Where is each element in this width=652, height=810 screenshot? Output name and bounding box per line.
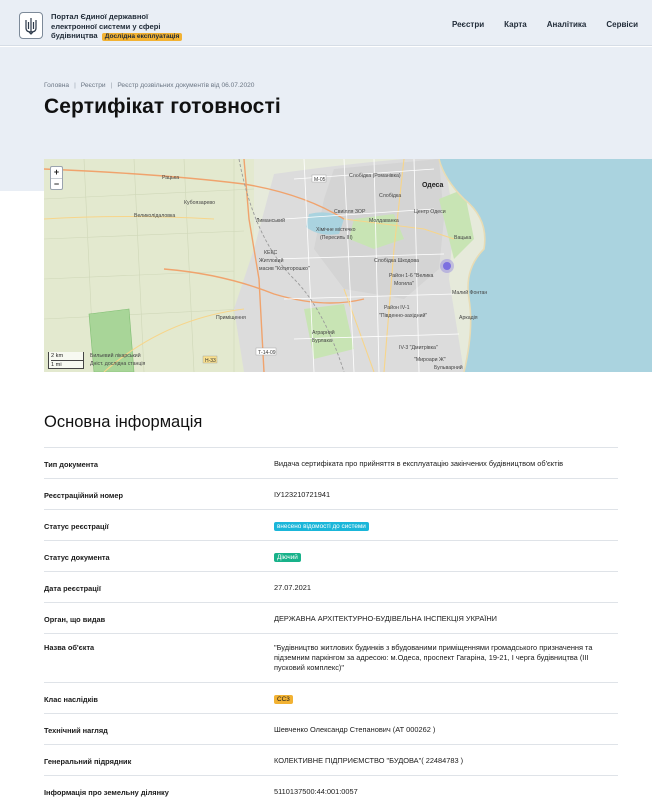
- map-label: Район IV-1: [384, 304, 410, 311]
- info-value: 5110137500:44:001:0057: [274, 787, 358, 796]
- zoom-in-button[interactable]: +: [51, 167, 62, 178]
- map-label: Бульварний: [434, 364, 463, 371]
- svg-text:Т-14-09: Т-14-09: [258, 350, 276, 356]
- map-label: Центр Одеси: [414, 209, 446, 215]
- svg-text:М-05: М-05: [314, 177, 326, 183]
- map-label: Аграрний: [312, 329, 335, 336]
- nav-analytics[interactable]: Аналітика: [547, 20, 587, 29]
- map-label: Слобідка (Романівка): [349, 173, 401, 179]
- info-value: Видача сертифіката про прийняття в експл…: [274, 459, 564, 468]
- info-label: Статус документа: [44, 553, 110, 562]
- info-row-doc-type: Тип документа Видача сертифіката про прий…: [44, 447, 618, 478]
- trial-badge: Дослідна експлуатація: [101, 33, 183, 42]
- map-label: "Південно-західний": [379, 312, 427, 319]
- status-badge: Діючий: [274, 553, 301, 562]
- main-nav: Реєстри Карта Аналітика Сервіси: [432, 20, 638, 29]
- map-label: IV-3 "Дмитрівка": [399, 345, 438, 351]
- zoom-out-button[interactable]: −: [51, 178, 62, 189]
- info-value: ІУ123210721941: [274, 490, 331, 499]
- info-label: Тип документа: [44, 460, 98, 469]
- info-value: КОЛЕКТИВНЕ ПІДПРИЄМСТВО "БУДОВА"( 224847…: [274, 756, 464, 765]
- map-label: Лиманський: [256, 217, 285, 224]
- page-title: Сертифікат готовності: [44, 95, 281, 118]
- nav-registries[interactable]: Реєстри: [452, 20, 484, 29]
- map-label: Бильевий лікарський: [90, 352, 141, 359]
- map-label: Вацька: [454, 235, 471, 241]
- map-canvas[interactable]: М-05 Н-33 Т-14-09 Слобідка (Романівка) О…: [44, 159, 652, 372]
- map-label: масив "Котигорошко": [259, 266, 310, 272]
- info-label: Орган, що видав: [44, 615, 106, 624]
- info-row-tech-supervision: Технічний нагляд Шевченко Олександр Степа…: [44, 713, 618, 744]
- svg-text:Н-33: Н-33: [205, 358, 216, 364]
- info-row-general-contractor: Генеральний підрядник КОЛЕКТИВНЕ ПІДПРИЄМ…: [44, 744, 618, 775]
- info-label: Назва об'єкта: [44, 643, 95, 652]
- portal-title[interactable]: Портал Єдиної державної електронної сист…: [51, 12, 191, 42]
- trident-logo-icon[interactable]: [19, 12, 43, 39]
- map-label: Приміщення: [216, 315, 246, 321]
- map-label: Житловий: [259, 257, 284, 264]
- map-label: Район 1-6 "Велика: [389, 272, 434, 279]
- map-label: Одеса: [422, 182, 443, 189]
- nav-map[interactable]: Карта: [504, 20, 527, 29]
- info-value: "Будівництво житлових будинків з вбудова…: [274, 643, 593, 672]
- info-badge-wrap: Діючий: [274, 552, 614, 562]
- breadcrumb-registries[interactable]: Реєстри: [81, 82, 106, 89]
- info-table: Тип документа Видача сертифіката про прий…: [44, 447, 618, 806]
- map-label: Слобідка: [379, 193, 401, 199]
- breadcrumb-separator: |: [74, 82, 76, 89]
- info-row-object-name: Назва об'єкта "Будівництво житлових будин…: [44, 633, 618, 682]
- info-label: Інформація про земельну ділянку: [44, 788, 169, 797]
- map-label: Хімічне містечко: [316, 227, 356, 233]
- info-label: Статус реєстрації: [44, 522, 109, 531]
- location-map[interactable]: М-05 Н-33 Т-14-09 Слобідка (Романівка) О…: [44, 159, 652, 372]
- breadcrumb-separator: |: [110, 82, 113, 89]
- breadcrumb-current: Реєстр дозвільних документів від 06.07.2…: [117, 82, 255, 89]
- section-title: Основна інформація: [44, 413, 203, 431]
- map-label: Рацька: [162, 175, 179, 181]
- scale-km: 2 km: [51, 353, 64, 359]
- info-row-reg-date: Дата реєстрації 27.07.2021: [44, 571, 618, 602]
- info-label: Реєстраційний номер: [44, 491, 124, 500]
- info-label: Генеральний підрядник: [44, 757, 132, 766]
- nav-services[interactable]: Сервіси: [606, 20, 638, 29]
- info-label: Дата реєстрації: [44, 584, 101, 593]
- info-label: Технічний нагляд: [44, 726, 108, 735]
- info-row-land-plot: Інформація про земельну ділянку 511013750…: [44, 775, 618, 806]
- info-label: Клас наслідків: [44, 695, 98, 704]
- info-row-doc-status: Статус документа Діючий: [44, 540, 618, 571]
- map-label: Могила": [394, 281, 414, 287]
- map-label: КЕКС: [264, 250, 277, 256]
- top-header: Портал Єдиної державної електронної сист…: [0, 0, 652, 46]
- map-label: Малий Фонтан: [452, 289, 487, 296]
- info-row-reg-number: Реєстраційний номер ІУ123210721941: [44, 478, 618, 509]
- info-row-consequence-class: Клас наслідків СС3: [44, 682, 618, 713]
- map-label: Бурлака: [312, 338, 332, 344]
- breadcrumb: Головна | Реєстри | Реєстр дозвільних до…: [44, 82, 254, 89]
- status-badge: СС3: [274, 695, 293, 704]
- map-label: Слобідка Шкодова: [374, 258, 419, 264]
- info-row-issuer: Орган, що видав ДЕРЖАВНА АРХІТЕКТУРНО-БУД…: [44, 602, 618, 633]
- status-badge: внесено відомості до системи: [274, 522, 369, 531]
- map-label: (Пересипь ІІІ): [320, 235, 353, 241]
- map-label: Свиілля ЗОР: [334, 209, 366, 215]
- map-zoom-controls: + −: [50, 166, 63, 190]
- map-label: Кубоязарево: [184, 200, 215, 206]
- info-value: 27.07.2021: [274, 583, 311, 592]
- map-label: Аркадія: [459, 315, 478, 321]
- breadcrumb-home[interactable]: Головна: [44, 82, 69, 89]
- info-value: ДЕРЖАВНА АРХІТЕКТУРНО-БУДІВЕЛЬНА ІНСПЕКЦ…: [274, 614, 497, 623]
- map-label: Молдаванка: [369, 218, 399, 224]
- info-value: Шевченко Олександр Степанович (АТ 000262…: [274, 725, 436, 734]
- info-row-reg-status: Статус реєстрації внесено відомості до си…: [44, 509, 618, 540]
- scale-mi: 1 mi: [51, 360, 83, 369]
- map-label: Дніст. дослідна станція: [90, 361, 145, 367]
- map-label: "Мироари Ж": [414, 357, 446, 363]
- info-badge-wrap: СС3: [274, 694, 614, 704]
- map-scale-bar: 2 km 1 mi: [48, 352, 84, 369]
- map-label: Великолідаловка: [134, 213, 175, 219]
- info-badge-wrap: внесено відомості до системи: [274, 521, 614, 531]
